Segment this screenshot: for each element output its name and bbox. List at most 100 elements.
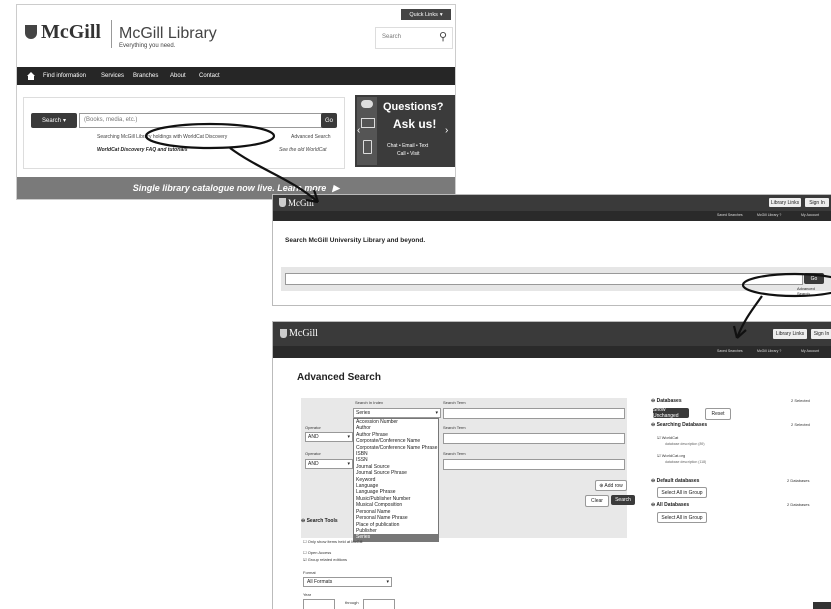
library-help-link[interactable]: McGill Library ?	[757, 213, 781, 217]
saved-searches-link[interactable]: Saved Searches	[717, 213, 743, 217]
search-tools-toggle[interactable]: ⊖ Search Tools	[301, 518, 338, 524]
through-label: through	[345, 601, 359, 606]
db-worldcat-checkbox[interactable]: ☑ WorldCat	[657, 436, 678, 441]
db-worldcat-name: WorldCat	[661, 436, 679, 441]
search-term-label-2: Search Term	[443, 426, 466, 431]
reset-button[interactable]: Reset	[705, 408, 731, 420]
library-links-button[interactable]: Library Links	[769, 198, 801, 207]
search-icon[interactable]: ⚲	[439, 30, 447, 43]
library-subtitle: Everything you need.	[119, 43, 176, 49]
chevron-down-icon: ▾	[347, 461, 350, 467]
index-select[interactable]: Series ▾	[353, 408, 441, 418]
all-databases-count: 2 Databases	[787, 503, 810, 508]
phone-icon	[363, 140, 372, 154]
nav-find-information[interactable]: Find information	[43, 73, 86, 79]
advanced-search-link[interactable]: Advanced Search	[797, 287, 825, 297]
nav-about[interactable]: About	[170, 73, 186, 79]
db-worldcat-org-name: WorldCat.org	[661, 454, 686, 459]
worldcat-faq-link[interactable]: WorldCat Discovery FAQ and tutorials	[97, 147, 187, 153]
utility-bar	[273, 211, 831, 221]
search-tools-label: Search Tools	[306, 518, 338, 524]
sign-in-button[interactable]: Sign In	[805, 198, 829, 207]
searching-databases-header[interactable]: ⊖ Searching Databases	[651, 422, 707, 428]
advanced-search-screenshot: McGill Library Links Sign In Saved Searc…	[272, 321, 831, 609]
search-heading: Search McGill University Library and bey…	[285, 237, 426, 244]
nav-contact[interactable]: Contact	[199, 73, 220, 79]
banner-text: Single library catalogue now live. Learn…	[132, 183, 327, 193]
operator-value: AND	[308, 461, 319, 467]
plus-icon: ⊕	[599, 482, 604, 489]
header-bar	[273, 195, 831, 211]
operator-value: AND	[308, 434, 319, 440]
library-links-button[interactable]: Library Links	[773, 329, 807, 339]
sign-in-button[interactable]: Sign In	[811, 329, 831, 339]
show-unchanged-button[interactable]: Show Unchanged	[653, 407, 689, 419]
format-select[interactable]: All Formats ▾	[303, 577, 392, 587]
go-button[interactable]: Go	[321, 113, 337, 128]
db-worldcat-org-checkbox[interactable]: ☑ WorldCat.org	[657, 454, 685, 459]
header-search-input[interactable]: Search	[382, 34, 401, 40]
logo-divider	[111, 20, 112, 48]
worldcat-go-button[interactable]: Go	[804, 273, 824, 284]
search-term-input-1[interactable]	[443, 408, 625, 419]
search-type-label: Search	[41, 117, 61, 124]
clear-button[interactable]: Clear	[585, 495, 609, 507]
operator-label-2: Operator	[305, 452, 321, 457]
index-select-value: Series	[356, 410, 371, 416]
quick-links-label: Quick Links	[409, 11, 438, 18]
search-term-label-3: Search Term	[443, 452, 466, 457]
contact-methods-2: Call • Visit	[397, 151, 420, 157]
operator-select-2[interactable]: AND ▾	[305, 459, 353, 469]
mcgill-logo[interactable]: McGill	[289, 328, 318, 339]
header-search[interactable]: Search ⚲	[375, 27, 453, 49]
search-in-label: Search In Index	[355, 401, 384, 406]
searching-note: Searching McGill Library holdings with W…	[97, 134, 228, 140]
advanced-search-link[interactable]: Advanced Search	[291, 134, 330, 140]
old-worldcat-link[interactable]: See the old WorldCat	[279, 147, 327, 153]
searching-databases-count: 2 Selected	[791, 423, 810, 428]
open-access-checkbox[interactable]: ☐ Open Access	[303, 551, 331, 556]
held-at-mcgill-checkbox[interactable]: ☐ Only show items held at McGill	[303, 540, 362, 545]
chevron-down-icon: ▾	[439, 11, 443, 18]
all-databases-header[interactable]: ⊖ All Databases	[651, 502, 689, 508]
saved-searches-link[interactable]: Saved Searches	[717, 349, 743, 353]
questions-title: Questions?	[383, 101, 444, 113]
default-databases-title: Default databases	[656, 478, 700, 484]
chevron-down-icon: ▾	[386, 579, 389, 585]
select-all-all-button[interactable]: Select All in Group	[657, 512, 707, 523]
worldcat-search-screenshot: McGill Library Links Sign In Saved Searc…	[272, 194, 831, 306]
search-button[interactable]: Search	[611, 495, 635, 505]
carousel-next-icon[interactable]: ›	[445, 125, 448, 136]
held-at-mcgill-label: Only show items held at McGill	[307, 540, 363, 545]
index-option[interactable]: Series Phrase	[354, 541, 438, 542]
my-account-link[interactable]: My Account	[801, 349, 819, 353]
quick-links-button[interactable]: Quick Links ▾	[401, 9, 451, 20]
default-databases-header[interactable]: ⊖ Default databases	[651, 478, 699, 484]
operator-select-1[interactable]: AND ▾	[305, 432, 353, 442]
index-options-list[interactable]: Accession Number Author Author Phrase Corpo…	[353, 418, 439, 542]
sign-in-label: Sign In	[809, 199, 825, 206]
search-type-dropdown[interactable]: Search ▾	[31, 113, 77, 128]
select-all-default-button[interactable]: Select All in Group	[657, 487, 707, 498]
library-help-link[interactable]: McGill Library ?	[757, 349, 781, 353]
catalogue-search-input[interactable]: (Books, media, etc.)	[79, 113, 323, 128]
sign-in-label: Sign In	[813, 331, 830, 337]
databases-title: Databases	[656, 398, 682, 404]
db-worldcat-description: database description (89)	[665, 442, 705, 447]
search-term-input-3[interactable]	[443, 459, 625, 470]
format-label: Format	[303, 571, 316, 576]
group-editions-checkbox[interactable]: ☑ Group related editions	[303, 558, 347, 563]
nav-branches[interactable]: Branches	[133, 73, 158, 79]
worldcat-search-input[interactable]	[285, 273, 803, 285]
open-access-label: Open Access	[307, 551, 332, 556]
add-row-button[interactable]: ⊕ Add row	[595, 480, 627, 491]
nav-services[interactable]: Services	[101, 73, 124, 79]
mcgill-logo[interactable]: McGill	[288, 198, 314, 208]
databases-header[interactable]: ⊖ Databases	[651, 398, 682, 404]
mcgill-logo[interactable]: McGill	[41, 21, 101, 44]
carousel-prev-icon[interactable]: ‹	[357, 125, 360, 136]
format-value: All Formats	[307, 579, 333, 585]
search-term-input-2[interactable]	[443, 433, 625, 444]
chat-bubble-icon	[361, 100, 373, 108]
my-account-link[interactable]: My Account	[801, 213, 819, 217]
